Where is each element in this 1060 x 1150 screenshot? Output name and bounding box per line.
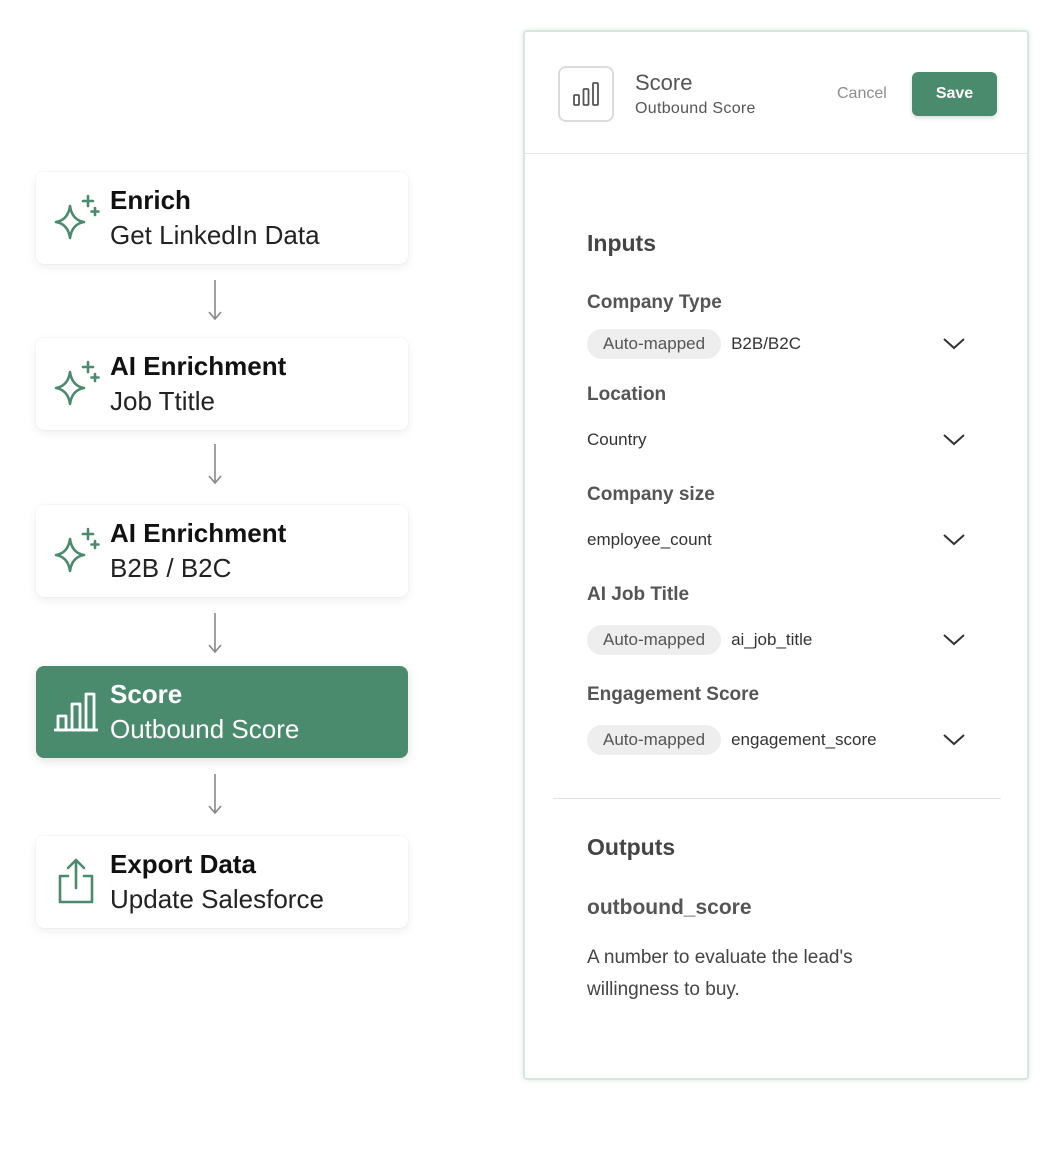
step-subtitle: Update Salesforce — [110, 884, 324, 914]
step-subtitle: Job Ttitle — [110, 386, 216, 416]
arrow-down-icon — [208, 444, 222, 485]
field-label-location: Location — [587, 384, 667, 405]
step-subtitle: Get LinkedIn Data — [110, 220, 320, 250]
chevron-down-icon — [943, 734, 965, 746]
panel-subtitle: Outbound Score — [635, 100, 756, 117]
chevron-down-icon — [943, 434, 965, 446]
output-description: A number to evaluate the lead's willingn… — [587, 947, 853, 1000]
workflow-step-score[interactable]: Score Outbound Score — [36, 666, 408, 758]
workflow-step-ai-job-title[interactable]: AI Enrichment Job Ttitle — [36, 338, 408, 430]
auto-mapped-chip: Auto-mapped — [587, 329, 722, 359]
inputs-section-title: Inputs — [587, 230, 656, 256]
sparkle-icon — [48, 190, 104, 246]
step-title: Score — [110, 678, 183, 709]
auto-mapped-chip: Auto-mapped — [587, 725, 722, 755]
section-divider — [553, 798, 1001, 799]
bar-chart-icon — [558, 66, 614, 122]
auto-mapped-chip: Auto-mapped — [587, 625, 722, 655]
sparkle-icon — [48, 523, 104, 579]
field-select-ai-job-title[interactable]: Auto-mapped ai_job_title — [587, 625, 967, 655]
field-select-location[interactable]: Country — [587, 425, 967, 455]
chevron-down-icon — [943, 534, 965, 546]
chevron-down-icon — [943, 338, 965, 350]
field-label-engagement-score: Engagement Score — [587, 684, 760, 705]
step-title: Export Data — [110, 848, 256, 879]
bar-chart-icon — [48, 684, 104, 740]
cancel-button[interactable]: Cancel — [837, 85, 887, 103]
panel-header: Score Outbound Score Cancel Save — [525, 32, 1027, 154]
step-settings-panel: Score Outbound Score Cancel Save Inputs … — [523, 30, 1029, 1080]
field-label-company-type: Company Type — [587, 292, 722, 313]
output-name: outbound_score — [587, 896, 752, 919]
field-select-engagement-score[interactable]: Auto-mapped engagement_score — [587, 725, 967, 755]
field-value: B2B/B2C — [731, 334, 802, 353]
arrow-down-icon — [208, 774, 222, 815]
outputs-section-title: Outputs — [587, 834, 676, 860]
field-value: engagement_score — [731, 730, 877, 749]
workflow-step-ai-b2b[interactable]: AI Enrichment B2B / B2C — [36, 505, 408, 597]
step-title: AI Enrichment — [110, 517, 287, 548]
field-label-ai-job-title: AI Job Title — [587, 584, 690, 605]
field-value: Country — [587, 430, 647, 449]
field-value: ai_job_title — [731, 630, 813, 649]
field-value: employee_count — [587, 530, 712, 549]
save-button[interactable]: Save — [912, 72, 997, 116]
arrow-down-icon — [208, 613, 222, 654]
step-subtitle: B2B / B2C — [110, 553, 232, 583]
workflow-step-enrich[interactable]: Enrich Get LinkedIn Data — [36, 172, 408, 264]
field-select-company-type[interactable]: Auto-mapped B2B/B2C — [587, 329, 967, 359]
field-label-company-size: Company size — [587, 484, 715, 505]
workflow-step-export[interactable]: Export Data Update Salesforce — [36, 836, 408, 928]
upload-icon — [48, 854, 104, 910]
chevron-down-icon — [943, 634, 965, 646]
step-title: Enrich — [110, 184, 191, 215]
step-title: AI Enrichment — [110, 350, 287, 381]
panel-title: Score — [635, 70, 693, 95]
field-select-company-size[interactable]: employee_count — [587, 525, 967, 555]
step-subtitle: Outbound Score — [110, 714, 300, 744]
arrow-down-icon — [208, 280, 222, 321]
sparkle-icon — [48, 356, 104, 412]
